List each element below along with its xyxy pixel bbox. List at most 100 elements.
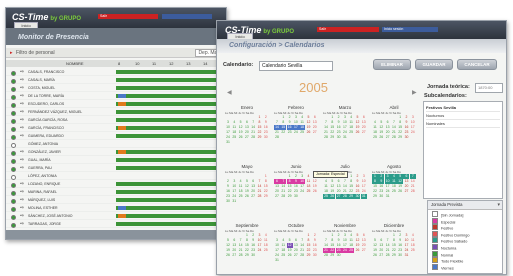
exit-tab[interactable]: Salir: [98, 14, 158, 19]
chevron-down-icon[interactable]: ▾: [497, 201, 500, 209]
calendar-day[interactable]: 30: [263, 135, 269, 140]
calendar-day[interactable]: 27: [231, 253, 237, 258]
employee-row[interactable]: ⇨ GUERRA, PAU: [6, 165, 226, 172]
employee-row[interactable]: LÓPEZ, ANTONIA: [6, 173, 226, 180]
calendar-day[interactable]: 29: [397, 135, 403, 140]
calendar-day[interactable]: 31: [342, 135, 348, 140]
calendar-day[interactable]: 30: [293, 194, 299, 199]
calendar-day[interactable]: 29: [244, 253, 250, 258]
calendar-day[interactable]: 28: [256, 194, 262, 199]
calendar-day[interactable]: 30: [378, 194, 384, 199]
calendar-day[interactable]: 28: [341, 194, 348, 199]
employee-row[interactable]: ⇨ GONZÁLEZ, JAVIER: [6, 149, 226, 156]
calendar-day[interactable]: 30: [336, 135, 342, 140]
calendar-day[interactable]: 31: [274, 258, 280, 263]
calendar-day[interactable]: 28: [280, 194, 286, 199]
calendar-day[interactable]: 27: [335, 194, 342, 199]
legend-item[interactable]: Viernes: [432, 263, 454, 272]
calendar-day[interactable]: 28: [385, 253, 391, 258]
calendar-day[interactable]: 30: [403, 135, 409, 140]
calendar-day[interactable]: 25: [280, 253, 286, 258]
calendar-day[interactable]: 26: [354, 248, 360, 253]
employee-row[interactable]: ⇨ COSTA, MIGUEL: [6, 85, 226, 92]
calendar-day[interactable]: 26: [378, 135, 384, 140]
employee-row[interactable]: ⇨ GARCÍA GARCÍA, ROSA: [6, 117, 226, 124]
calendar-day[interactable]: 26: [354, 130, 360, 135]
next-year-arrow[interactable]: ▶: [412, 89, 417, 96]
calendar-day[interactable]: 28: [391, 135, 397, 140]
calendar-day[interactable]: 25: [348, 248, 355, 253]
calendar-day[interactable]: 27: [403, 189, 409, 194]
employee-row[interactable]: ⇨ SÁNCHEZ, JOSÉ ANTONIO: [6, 213, 226, 220]
calendar-day[interactable]: 25: [323, 194, 329, 199]
calendar-day[interactable]: 30: [336, 253, 342, 258]
calendar-day[interactable]: 31: [360, 194, 367, 199]
employee-row[interactable]: ⇨ DE LA TORRE, MARÍA: [6, 93, 226, 100]
calendar-day[interactable]: 25: [263, 248, 269, 253]
subcalendar-item[interactable]: Festivos Sevilla: [426, 104, 500, 112]
calendar-day[interactable]: 30: [225, 199, 231, 204]
filter-label[interactable]: Filtro de personal: [16, 50, 55, 56]
subcalendar-item[interactable]: Nocturnos: [426, 112, 500, 120]
calendar-day[interactable]: 24: [256, 248, 262, 253]
save-button[interactable]: GUARDAR: [415, 59, 453, 70]
calendar-day[interactable]: 25: [410, 248, 416, 253]
calendar-day[interactable]: 31: [403, 253, 409, 258]
calendar-day[interactable]: 29: [287, 194, 293, 199]
delete-button[interactable]: ELIMINAR: [373, 59, 411, 70]
calendar-day[interactable]: 30: [397, 253, 403, 258]
employee-row[interactable]: ⇨ CASALS, FRANCISCO: [6, 69, 226, 76]
calendar-day[interactable]: 27: [378, 253, 384, 258]
calendar-day[interactable]: 31: [385, 194, 391, 199]
calendar-day[interactable]: 24: [410, 130, 416, 135]
employee-row[interactable]: ⇨ GUIMERA, EDUARDO: [6, 133, 226, 140]
calendar-day[interactable]: 26: [225, 253, 231, 258]
calendar-day[interactable]: 28: [250, 135, 256, 140]
employee-row[interactable]: ⇨ MARINA, RAFAEL: [6, 189, 226, 196]
calendar-day[interactable]: 28: [238, 253, 244, 258]
exit-tab[interactable]: Salir: [317, 27, 379, 32]
calendar-day[interactable]: 25: [231, 135, 237, 140]
calendar-day[interactable]: 26: [287, 253, 293, 258]
calendar-day[interactable]: 28: [323, 135, 329, 140]
employee-row[interactable]: ⇨ MÁRQUEZ, LUIS: [6, 197, 226, 204]
calendar-day[interactable]: 27: [361, 248, 367, 253]
calendar-day[interactable]: 29: [305, 253, 311, 258]
calendar-name-input[interactable]: Calendario Sevilla: [259, 61, 333, 71]
calendar-day[interactable]: 27: [274, 194, 280, 199]
calendar-day[interactable]: 31: [225, 140, 231, 145]
calendar-day[interactable]: 26: [372, 253, 378, 258]
calendar-day[interactable]: 24: [299, 189, 305, 194]
calendar-day[interactable]: 26: [305, 130, 311, 135]
cancel-button[interactable]: CANCELAR: [457, 59, 497, 70]
calendar-day[interactable]: 29: [329, 135, 335, 140]
calendar-day[interactable]: 22: [280, 130, 286, 135]
calendar-day[interactable]: 24: [293, 130, 299, 135]
calendar-day[interactable]: 30: [354, 194, 361, 199]
calendar-day[interactable]: 28: [323, 253, 329, 258]
calendar-day[interactable]: 25: [305, 189, 311, 194]
session-tab[interactable]: [162, 14, 212, 19]
jornada-input[interactable]: 1870:00: [475, 83, 503, 93]
calendar-day[interactable]: 29: [391, 253, 397, 258]
calendar-day[interactable]: 30: [312, 253, 318, 258]
calendar-day[interactable]: 31: [231, 199, 237, 204]
calendar-day[interactable]: 27: [312, 130, 318, 135]
employee-row[interactable]: ⇨ GUAL, MARÍA: [6, 157, 226, 164]
prev-year-arrow[interactable]: ◀: [227, 89, 232, 96]
calendar-day[interactable]: 27: [293, 253, 299, 258]
calendar-day[interactable]: 25: [299, 130, 305, 135]
calendar-day[interactable]: 24: [341, 248, 348, 253]
calendar-day[interactable]: 27: [361, 130, 367, 135]
calendar-day[interactable]: 25: [238, 194, 244, 199]
employee-row[interactable]: ⇨ ESCUDERO, CARLOS: [6, 101, 226, 108]
employee-row[interactable]: ⇨ CASALS, MARÍA: [6, 77, 226, 84]
calendar-day[interactable]: 27: [244, 135, 250, 140]
calendar-day[interactable]: 29: [348, 194, 355, 199]
calendar-day[interactable]: 29: [372, 194, 378, 199]
calendar-day[interactable]: 29: [263, 194, 269, 199]
calendar-day[interactable]: 26: [312, 189, 318, 194]
employee-row[interactable]: ⇨ GARCÍA, FRANCISCO: [6, 125, 226, 132]
calendar-day[interactable]: 25: [391, 189, 397, 194]
subcalendar-list[interactable]: Festivos Sevilla Nocturnos Nominales: [423, 101, 503, 199]
